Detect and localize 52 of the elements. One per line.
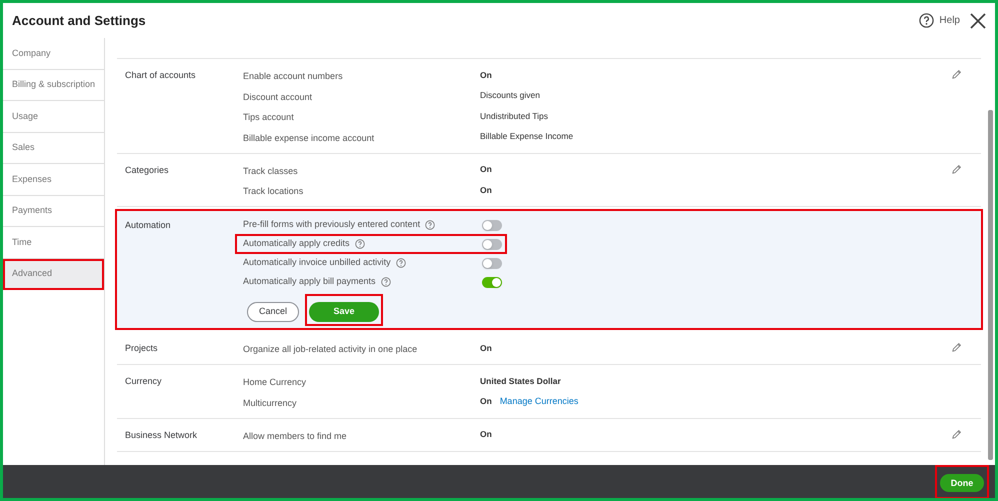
window-title: Account and Settings (12, 12, 146, 30)
setting-label: Automatically apply bill payments (243, 275, 376, 288)
help-icon (919, 13, 934, 28)
help-icon[interactable] (425, 220, 436, 230)
section-title: Chart of accounts (125, 69, 197, 82)
setting-label: Billable expense income account (243, 132, 374, 142)
setting-label: Multicurrency (243, 398, 297, 408)
setting-value: On (480, 163, 492, 176)
help-button[interactable]: Help (919, 13, 960, 28)
section-title: Projects (125, 342, 159, 354)
done-button[interactable]: Done (940, 474, 984, 492)
setting-value: On (480, 68, 492, 82)
setting-value: On (480, 342, 492, 354)
setting-value: United States Dollar (480, 374, 561, 388)
toggle-switch[interactable] (482, 238, 502, 250)
setting-label: Tips account (243, 112, 294, 122)
section-title: Currency (125, 375, 163, 388)
edit-pencil-icon[interactable] (951, 342, 962, 353)
section-title: Business Network (125, 428, 198, 440)
toggle-switch[interactable] (482, 276, 502, 288)
setting-value: Undistributed Tips (480, 110, 548, 122)
manage-currencies-link[interactable]: Manage Currencies (500, 394, 578, 408)
help-icon[interactable] (354, 239, 365, 249)
help-icon[interactable] (396, 258, 406, 268)
edit-pencil-icon[interactable] (951, 164, 962, 174)
setting-label: Track classes (243, 166, 298, 176)
edit-pencil-icon[interactable] (951, 428, 962, 440)
setting-label: Allow members to find me (243, 430, 347, 440)
setting-label: Organize all job-related activity in one place (243, 344, 418, 354)
section-title: Automation (125, 219, 172, 232)
setting-label: Discount account (243, 92, 312, 102)
scrollbar-thumb[interactable] (988, 110, 993, 460)
setting-value: Discounts given (480, 89, 540, 102)
setting-value: Billable Expense Income (480, 130, 574, 143)
save-button[interactable]: Save (309, 302, 379, 322)
setting-value: On (480, 184, 492, 196)
close-icon[interactable] (970, 12, 986, 28)
section-title: Categories (125, 164, 170, 177)
sidebar-item[interactable]: Advanced (3, 258, 104, 290)
setting-label: Automatically invoice unbilled activity (243, 256, 391, 270)
cancel-button[interactable]: Cancel (247, 302, 299, 322)
setting-label: Pre-fill forms with previously entered content (243, 218, 420, 232)
setting-value: On (480, 428, 492, 441)
setting-label: Automatically apply credits (243, 237, 350, 250)
toggle-switch[interactable] (482, 258, 502, 268)
setting-value: On (480, 395, 492, 408)
setting-label: Track locations (243, 186, 304, 196)
setting-label: Enable account numbers (243, 71, 343, 81)
help-icon[interactable] (380, 277, 391, 287)
edit-pencil-icon[interactable] (951, 69, 962, 80)
setting-label: Home Currency (243, 377, 306, 387)
toggle-switch[interactable] (482, 220, 502, 230)
